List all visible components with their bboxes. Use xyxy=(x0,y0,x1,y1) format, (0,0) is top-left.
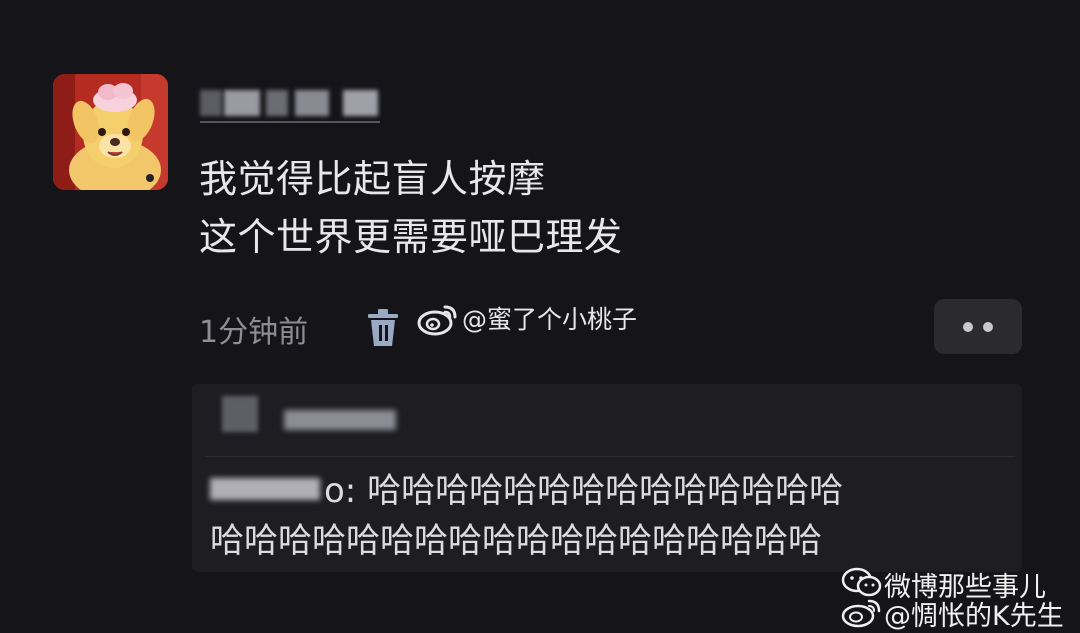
comment-body: 我觉得比起盲人按摩 这个世界更需要哑巴理发 xyxy=(199,150,623,266)
watermark-author: @惆怅的K先生 xyxy=(884,601,1064,632)
watermark-handle: @蜜了个小桃子 xyxy=(462,305,638,334)
comment-line-1: 我觉得比起盲人按摩 xyxy=(199,157,546,201)
reply-line-2: 哈哈哈哈哈哈哈哈哈哈哈哈哈哈哈哈哈哈 xyxy=(210,521,822,561)
reply-body: o: 哈哈哈哈哈哈哈哈哈哈哈哈哈哈 哈哈哈哈哈哈哈哈哈哈哈哈哈哈哈哈哈哈 xyxy=(210,466,1010,566)
reply-line-1-text: o: 哈哈哈哈哈哈哈哈哈哈哈哈哈哈 xyxy=(324,471,844,511)
cartoon-character-avatar-icon xyxy=(53,74,168,190)
weibo-logo-icon xyxy=(417,301,459,337)
blurred-reply-header xyxy=(222,396,402,436)
reply-divider xyxy=(205,456,1015,457)
more-dot xyxy=(983,322,993,332)
trash-icon xyxy=(368,309,398,346)
reply-line-1: o: 哈哈哈哈哈哈哈哈哈哈哈哈哈哈 xyxy=(210,466,1010,516)
weibo-logo-icon xyxy=(840,596,884,628)
blurred-username[interactable] xyxy=(200,84,380,124)
user-avatar[interactable] xyxy=(53,74,168,190)
wechat-logo-icon xyxy=(840,566,884,598)
comment-line-2: 这个世界更需要哑巴理发 xyxy=(199,215,623,259)
comment-screen: 我觉得比起盲人按摩 这个世界更需要哑巴理发 1分钟前 @蜜了个小桃子 o: 哈哈… xyxy=(0,0,1080,633)
comment-timestamp: 1分钟前 xyxy=(199,315,309,350)
more-options-button[interactable] xyxy=(934,299,1022,354)
blurred-reply-author xyxy=(210,477,320,500)
delete-button[interactable] xyxy=(366,308,400,348)
more-dots-icon xyxy=(963,322,973,332)
